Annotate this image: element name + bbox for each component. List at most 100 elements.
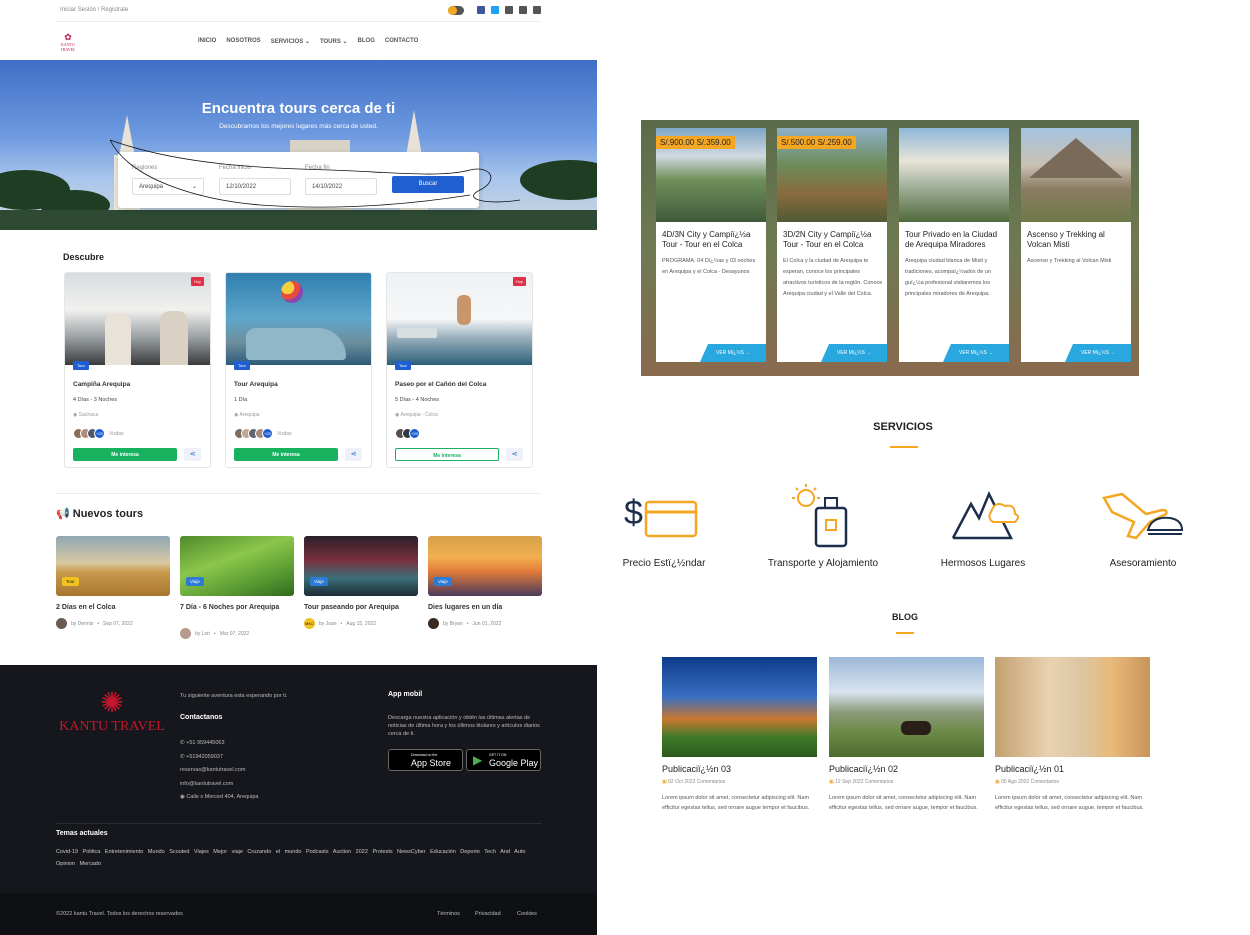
- see-more-button[interactable]: VER Mï¿½S →: [1073, 344, 1131, 362]
- share-icon[interactable]: ⋖: [345, 448, 362, 461]
- date: Jun 01, 2022: [472, 620, 502, 627]
- promo-desc: Ascenso y Trekking al Volcan Misti: [1027, 258, 1112, 264]
- tour-tag: Tour: [234, 361, 250, 370]
- author: by Lori: [195, 630, 211, 637]
- nav-servicios[interactable]: SERVICIOS ⌄: [271, 38, 310, 45]
- nav-tours[interactable]: TOURS ⌄: [320, 38, 348, 45]
- link-privacidad[interactable]: Privacidad: [475, 910, 501, 918]
- blog-post[interactable]: Publicaciï¿½n 03 ▣ 02 Oct 2022 Comentari…: [662, 657, 817, 827]
- new-tour-title[interactable]: Tour paseando por Arequipa: [304, 603, 418, 612]
- blog-post[interactable]: Publicaciï¿½n 02 ▣ 12 Sep 2022 Comentari…: [829, 657, 984, 827]
- email-2[interactable]: info@kantutravel.com: [180, 780, 233, 788]
- flower-logo-icon: ✺: [100, 688, 124, 719]
- promo-desc: Arequipa ciudad blanca de Misti y tradic…: [905, 258, 991, 297]
- visitor-avatars: +20 Visitas: [234, 428, 314, 440]
- date: Aug 15, 2022: [346, 620, 377, 627]
- region-select[interactable]: Arequipa ⌄: [132, 178, 204, 195]
- see-more-button[interactable]: VER Mï¿½S →: [708, 344, 766, 362]
- link-cookies[interactable]: Cookies: [517, 910, 537, 918]
- author: by Joan: [319, 620, 337, 627]
- app-store-button[interactable]: Download on the App Store: [388, 749, 463, 771]
- tour-card[interactable]: Hoy Tour Paseo por el Cañón del Colca 5 …: [386, 272, 533, 468]
- promo-image: [899, 128, 1009, 222]
- share-icon[interactable]: ⋖: [506, 448, 523, 461]
- promo-card[interactable]: S/.900.00 S/.359.00 4D/3N City y Campiï¿…: [656, 128, 766, 362]
- logo-text: KANTU TRAVEL: [60, 42, 76, 52]
- author: by Dennis: [71, 620, 94, 627]
- blog-post-title[interactable]: Publicaciï¿½n 03: [662, 764, 731, 774]
- tour-card-title[interactable]: Campiña Arequipa: [73, 381, 130, 388]
- blog-post-title[interactable]: Publicaciï¿½n 02: [829, 764, 898, 774]
- promo-card[interactable]: S/.500.00 S/.259.00 3D/2N City y Campiï¿…: [777, 128, 887, 362]
- copyright: ©2022 kantu Travel. Todos los derechos r…: [56, 911, 183, 917]
- nav-contacto[interactable]: CONTACTO: [385, 38, 418, 45]
- blog-post[interactable]: Publicaciï¿½n 01 ▣ 05 Ago 2022 Comentari…: [995, 657, 1150, 827]
- email-1[interactable]: reservas@kantutravel.com: [180, 766, 246, 774]
- google-play-button[interactable]: ▶ GET IT ON Google Play: [466, 749, 541, 771]
- new-tour-item[interactable]: Viaje Dies lugares en un día by Bryan • …: [428, 536, 542, 636]
- phone-2[interactable]: ✆ +51942059037: [180, 753, 223, 761]
- nav-nosotros[interactable]: NOSOTROS: [226, 38, 260, 45]
- new-tour-title[interactable]: 7 Día - 6 Noches por Arequipa: [180, 603, 294, 612]
- promo-card[interactable]: Ascenso y Trekking al Volcan Misti Ascen…: [1021, 128, 1131, 362]
- login-link[interactable]: Iniciar Sesión / Registrate: [60, 7, 128, 13]
- footer-tagline: Tu siguiente aventura esta esperando por…: [180, 693, 288, 699]
- more-count: +20: [94, 428, 105, 439]
- topics-title: Temas actuales: [56, 830, 108, 837]
- promo-card[interactable]: Tour Privado en la Ciudad de Arequipa Mi…: [899, 128, 1009, 362]
- tour-card[interactable]: Hoy Tour Campiña Arequipa 4 Días - 3 Noc…: [64, 272, 211, 468]
- vimeo-icon[interactable]: [533, 6, 541, 14]
- new-tour-item[interactable]: Tour 2 Días en el Colca by Dennis • Sep …: [56, 536, 170, 636]
- nav-blog[interactable]: BLOG: [358, 38, 375, 45]
- hero-banner: Encuentra tours cerca de ti Descubramos …: [0, 60, 597, 230]
- tour-duration: 1 Día: [234, 397, 248, 403]
- promo-price: S/.500.00 S/.259.00: [777, 136, 856, 149]
- tour-location: ◉ Arequipa: [234, 412, 260, 418]
- search-button[interactable]: Buscar: [392, 176, 464, 193]
- nav-inicio[interactable]: INICIO: [198, 38, 216, 45]
- promo-title[interactable]: 3D/2N City y Campiï¿½a Tour - Tour en el…: [783, 230, 883, 250]
- interest-button[interactable]: Me interesa: [395, 448, 499, 461]
- topics-list[interactable]: Covid-19 Politica Entretenimiento Mundo …: [56, 846, 542, 870]
- promo-title[interactable]: 4D/3N City y Campiï¿½a Tour - Tour en el…: [662, 230, 762, 250]
- button-notch: [1065, 344, 1073, 362]
- blog-post-title[interactable]: Publicaciï¿½n 01: [995, 764, 1064, 774]
- twitter-icon[interactable]: [491, 6, 499, 14]
- new-tour-item[interactable]: Viaje 7 Día - 6 Noches por Arequipa by L…: [180, 536, 294, 639]
- sun-icon: [448, 6, 457, 15]
- person-figure: [105, 313, 131, 365]
- interest-button[interactable]: Me interesa: [234, 448, 338, 461]
- new-tour-badge: Viaje: [310, 577, 328, 586]
- nav-menu: INICIO NOSOTROS SERVICIOS ⌄ TOURS ⌄ BLOG…: [198, 38, 418, 45]
- blog-post-date: ▣ 12 Sep 2022 Comentarios: [829, 779, 894, 785]
- blog-post-excerpt: Lorem ipsum dolor sit amet, consectetur …: [662, 795, 810, 811]
- tour-card-title[interactable]: Tour Arequipa: [234, 381, 278, 388]
- youtube-icon[interactable]: [519, 6, 527, 14]
- new-tour-title[interactable]: 2 Días en el Colca: [56, 603, 170, 612]
- car-shape: [246, 328, 346, 360]
- tour-card[interactable]: Tour Tour Arequipa 1 Día ◉ Arequipa +20 …: [225, 272, 372, 468]
- facebook-icon[interactable]: [477, 6, 485, 14]
- button-notch: [943, 344, 951, 362]
- start-date-input[interactable]: 12/10/2022: [219, 178, 291, 195]
- promo-title[interactable]: Tour Privado en la Ciudad de Arequipa Mi…: [905, 230, 1005, 250]
- blog-title: BLOG: [892, 612, 918, 622]
- megaphone-icon: 📢: [56, 508, 73, 520]
- link-terminos[interactable]: Términos: [437, 910, 460, 918]
- see-more-button[interactable]: VER Mï¿½S →: [829, 344, 887, 362]
- promo-title[interactable]: Ascenso y Trekking al Volcan Misti: [1027, 230, 1127, 250]
- new-tour-item[interactable]: Viaje Tour paseando por Arequipa MKC by …: [304, 536, 418, 636]
- interest-button[interactable]: Me interesa: [73, 448, 177, 461]
- share-icon[interactable]: ⋖: [184, 448, 201, 461]
- tour-card-title[interactable]: Paseo por el Cañón del Colca: [395, 381, 486, 388]
- instagram-icon[interactable]: [505, 6, 513, 14]
- footer: ✺ KANTU TRAVEL Tu siguiente aventura est…: [0, 665, 597, 935]
- boat-shape: [397, 328, 437, 338]
- phone-1[interactable]: ✆ +51 959445063: [180, 739, 225, 747]
- today-badge: Hoy: [512, 277, 526, 286]
- new-tour-title[interactable]: Dies lugares en un día: [428, 603, 542, 612]
- palm-tree: [520, 160, 597, 200]
- see-more-button[interactable]: VER Mï¿½S →: [951, 344, 1009, 362]
- logo[interactable]: ✿ KANTU TRAVEL: [56, 33, 80, 53]
- end-date-input[interactable]: 14/10/2022: [305, 178, 377, 195]
